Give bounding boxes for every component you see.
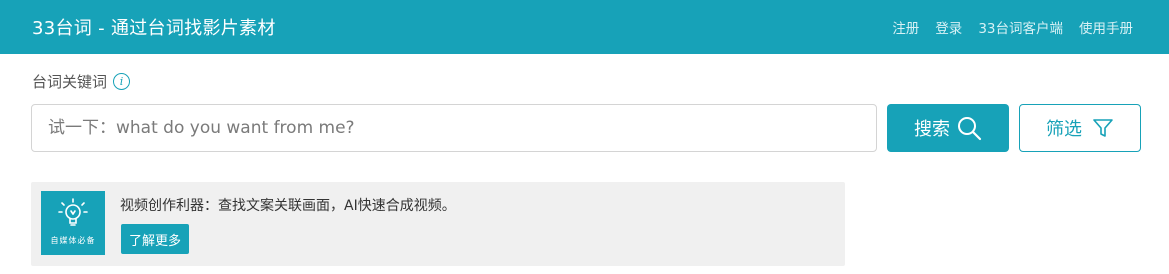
header-nav: 注册 登录 33台词客户端 使用手册 [892,17,1133,37]
promo-banner: 自媒体必备 视频创作利器：查找文案关联画面，AI快速合成视频。 了解更多 [31,182,845,266]
info-icon[interactable]: i [113,73,131,90]
promo-text: 视频创作利器：查找文案关联画面，AI快速合成视频。 [120,198,456,214]
search-input[interactable] [31,104,877,152]
nav-manual-link[interactable]: 使用手册 [1079,17,1133,37]
filter-button-label: 筛选 [1046,119,1082,140]
keyword-label-row: 台词关键词 i [32,71,131,92]
promo-logo-text: 自媒体必备 [50,236,96,245]
filter-button[interactable]: 筛选 [1019,104,1141,152]
lightbulb-icon [58,198,88,226]
promo-logo: 自媒体必备 [41,191,105,255]
top-header-bar: 33台词 - 通过台词找影片素材 注册 登录 33台词客户端 使用手册 [0,0,1169,54]
learn-more-button[interactable]: 了解更多 [121,224,190,254]
nav-register-link[interactable]: 注册 [892,17,919,37]
keyword-label: 台词关键词 [32,73,108,91]
filter-funnel-icon [1093,119,1113,137]
search-button[interactable]: 搜索 [887,104,1009,152]
site-brand[interactable]: 33台词 - 通过台词找影片素材 [32,14,276,40]
nav-login-link[interactable]: 登录 [935,17,962,37]
nav-client-link[interactable]: 33台词客户端 [978,17,1063,37]
search-button-label: 搜索 [914,119,950,140]
search-icon [958,117,982,141]
